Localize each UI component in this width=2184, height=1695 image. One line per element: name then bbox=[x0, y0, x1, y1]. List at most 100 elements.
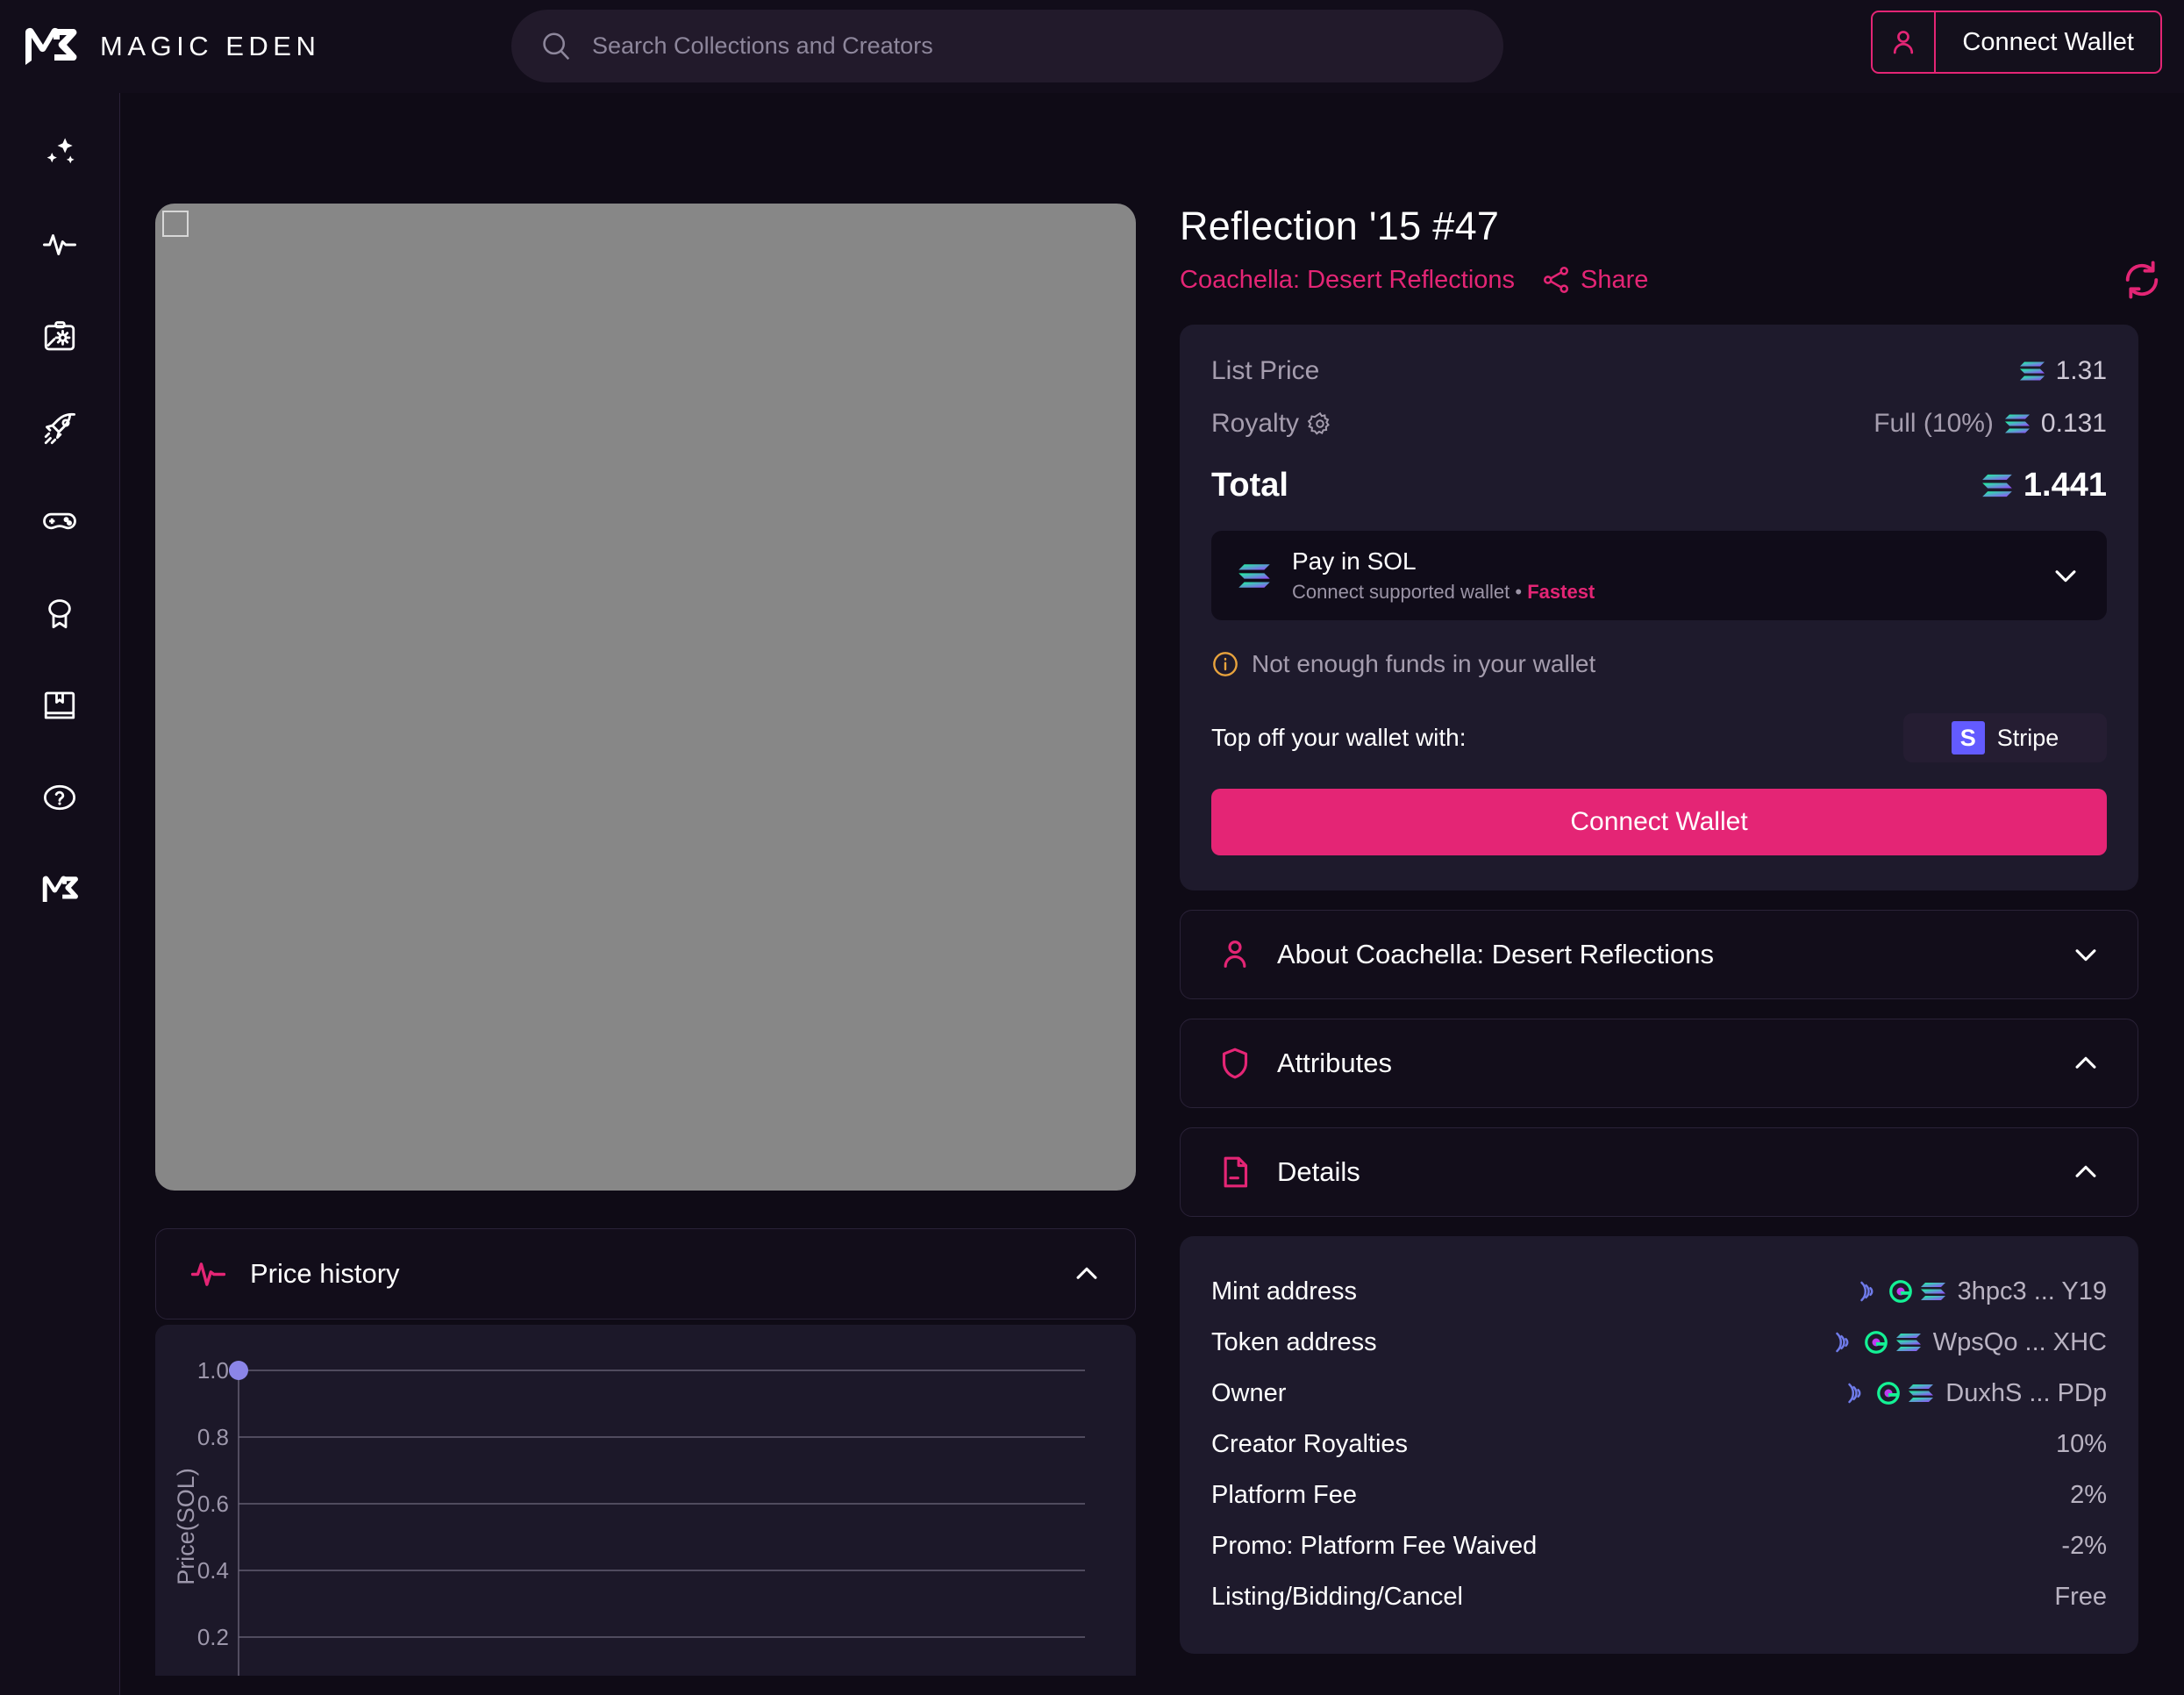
total-label: Total bbox=[1211, 467, 1288, 504]
connect-wallet-button-header[interactable]: Connect Wallet bbox=[1871, 11, 2162, 74]
sidebar-item-launchpad[interactable] bbox=[23, 300, 96, 374]
royalty-label-group: Royalty bbox=[1211, 409, 1332, 439]
rocket-icon bbox=[44, 412, 76, 445]
explorer-icons[interactable] bbox=[1843, 1380, 1934, 1406]
explorer-icons[interactable] bbox=[1831, 1329, 1922, 1355]
detail-label: Token address bbox=[1211, 1327, 1377, 1356]
svg-text:0.2: 0.2 bbox=[197, 1624, 229, 1650]
table-row: Promo: Platform Fee Waived -2% bbox=[1211, 1520, 2107, 1571]
sidebar-item-me[interactable] bbox=[23, 853, 96, 926]
chart-y-axis-label: Price(SOL) bbox=[173, 1468, 199, 1585]
insufficient-funds-warning: Not enough funds in your wallet bbox=[1211, 650, 2107, 678]
accordion-details-label: Details bbox=[1277, 1156, 1360, 1187]
nft-detail-column: Reflection '15 #47 Coachella: Desert Ref… bbox=[1180, 204, 2162, 1654]
brand-logo-link[interactable]: MAGIC EDEN bbox=[23, 25, 320, 68]
stripe-topoff-button[interactable]: S Stripe bbox=[1903, 713, 2107, 762]
nft-artwork-image[interactable] bbox=[155, 204, 1136, 1191]
chevron-up-icon[interactable] bbox=[2071, 1157, 2101, 1187]
connect-wallet-button[interactable]: Connect Wallet bbox=[1211, 789, 2107, 855]
svg-text:1.0: 1.0 bbox=[197, 1357, 229, 1384]
magic-eden-mark-icon bbox=[42, 876, 78, 902]
accordion-attributes-label: Attributes bbox=[1277, 1048, 1392, 1078]
sidebar-item-activity[interactable] bbox=[23, 208, 96, 282]
payment-method-sub-prefix: Connect supported wallet bbox=[1292, 581, 1510, 603]
svg-text:0.4: 0.4 bbox=[197, 1557, 229, 1584]
sidebar-item-learn[interactable] bbox=[23, 669, 96, 742]
detail-value-group[interactable]: WpsQo ... XHC bbox=[1831, 1328, 2107, 1357]
royalty-note: Full (10%) bbox=[1874, 409, 1994, 438]
sidebar-item-games[interactable] bbox=[23, 484, 96, 558]
sidebar-item-help[interactable] bbox=[23, 761, 96, 834]
magic-eden-logo-icon bbox=[25, 27, 77, 65]
document-icon bbox=[1224, 1156, 1248, 1188]
help-circle-icon bbox=[43, 784, 76, 811]
share-button[interactable]: Share bbox=[1541, 265, 1648, 295]
chevron-down-icon[interactable] bbox=[2071, 940, 2101, 969]
collection-link[interactable]: Coachella: Desert Reflections bbox=[1180, 266, 1515, 295]
table-row: Mint address 3hpc3 ... Y19 bbox=[1211, 1266, 2107, 1317]
list-price-label: List Price bbox=[1211, 356, 1320, 385]
search-input[interactable] bbox=[592, 32, 1503, 60]
table-row: Token address WpsQo ... XHC bbox=[1211, 1317, 2107, 1368]
payment-method-title: Pay in SOL bbox=[1292, 547, 1417, 575]
accordion-about[interactable]: About Coachella: Desert Reflections bbox=[1180, 910, 2138, 999]
sidebar-item-discover[interactable] bbox=[23, 116, 96, 190]
chevron-up-icon[interactable] bbox=[1072, 1259, 1102, 1289]
price-history-accordion-header[interactable]: Price history bbox=[155, 1228, 1136, 1320]
payment-method-subtitle: Connect supported wallet • Fastest bbox=[1292, 581, 2051, 604]
nft-media-column: Price history 1.0 0.8 0.6 0.4 0.2 Price(… bbox=[155, 204, 1142, 1676]
share-nodes-icon bbox=[1543, 266, 1569, 294]
detail-value: WpsQo ... XHC bbox=[1932, 1327, 2107, 1356]
accordion-details[interactable]: Details bbox=[1180, 1127, 2138, 1217]
chart-y-tick-labels: 1.0 0.8 0.6 0.4 0.2 bbox=[197, 1357, 229, 1650]
solanafm-icon[interactable] bbox=[1863, 1329, 1889, 1355]
user-outline-icon bbox=[1224, 940, 1246, 968]
accordion-attributes[interactable]: Attributes bbox=[1180, 1019, 2138, 1108]
royalty-label: Royalty bbox=[1211, 409, 1300, 438]
refresh-icon[interactable] bbox=[2122, 260, 2162, 300]
solscan-icon[interactable] bbox=[1855, 1278, 1881, 1305]
solana-explorer-icon[interactable] bbox=[1920, 1278, 1946, 1305]
sidebar-item-rocket[interactable] bbox=[23, 392, 96, 466]
detail-label: Promo: Platform Fee Waived bbox=[1211, 1531, 1538, 1560]
payment-method-text: Pay in SOL Connect supported wallet • Fa… bbox=[1292, 547, 2051, 604]
solana-explorer-icon[interactable] bbox=[1895, 1329, 1922, 1355]
info-circle-icon bbox=[1213, 652, 1238, 676]
chevron-down-icon[interactable] bbox=[2051, 561, 2081, 590]
sparkles-icon bbox=[46, 138, 75, 164]
chevron-up-icon[interactable] bbox=[2071, 1048, 2101, 1078]
list-price-value: 1.31 bbox=[2055, 356, 2107, 385]
price-summary-card: List Price 1.31 Royalty Full (10%) 0.131… bbox=[1180, 325, 2138, 890]
detail-label: Mint address bbox=[1211, 1277, 1358, 1305]
total-row: Total 1.441 bbox=[1211, 467, 2107, 504]
payment-method-select[interactable]: Pay in SOL Connect supported wallet • Fa… bbox=[1211, 531, 2107, 620]
solanafm-icon[interactable] bbox=[1888, 1278, 1914, 1305]
solana-explorer-icon[interactable] bbox=[1908, 1380, 1934, 1406]
gamepad-icon bbox=[43, 512, 76, 530]
table-row: Platform Fee 2% bbox=[1211, 1470, 2107, 1520]
list-price-row: List Price 1.31 bbox=[1211, 356, 2107, 386]
solanafm-icon[interactable] bbox=[1875, 1380, 1902, 1406]
solscan-icon[interactable] bbox=[1831, 1329, 1857, 1355]
detail-value-group[interactable]: DuxhS ... PDp bbox=[1843, 1379, 2107, 1408]
detail-value-group[interactable]: 3hpc3 ... Y19 bbox=[1855, 1277, 2107, 1306]
top-off-label: Top off your wallet with: bbox=[1211, 724, 1467, 751]
magic-eden-nft-detail-page: MAGIC EDEN Connect Wallet bbox=[0, 0, 2184, 1695]
total-value-group: 1.441 bbox=[1981, 467, 2107, 504]
page-title: Reflection '15 #47 bbox=[1180, 204, 1500, 248]
detail-label: Platform Fee bbox=[1211, 1480, 1357, 1509]
chart-data-point bbox=[229, 1361, 248, 1380]
solscan-icon[interactable] bbox=[1843, 1380, 1869, 1406]
payment-method-sub-badge: Fastest bbox=[1527, 581, 1595, 603]
left-sidebar bbox=[0, 93, 120, 1695]
table-row: Creator Royalties 10% bbox=[1211, 1419, 2107, 1470]
gear-icon[interactable] bbox=[1308, 411, 1332, 436]
search-bar[interactable] bbox=[511, 10, 1503, 82]
svg-text:0.8: 0.8 bbox=[197, 1424, 229, 1450]
explorer-icons[interactable] bbox=[1855, 1278, 1946, 1305]
solana-icon bbox=[2004, 414, 2030, 433]
list-price-value-group: 1.31 bbox=[2019, 356, 2107, 386]
sidebar-item-rewards[interactable] bbox=[23, 576, 96, 650]
details-table: Mint address 3hpc3 ... Y19 Token address… bbox=[1180, 1236, 2138, 1654]
solana-icon bbox=[1982, 474, 2012, 497]
